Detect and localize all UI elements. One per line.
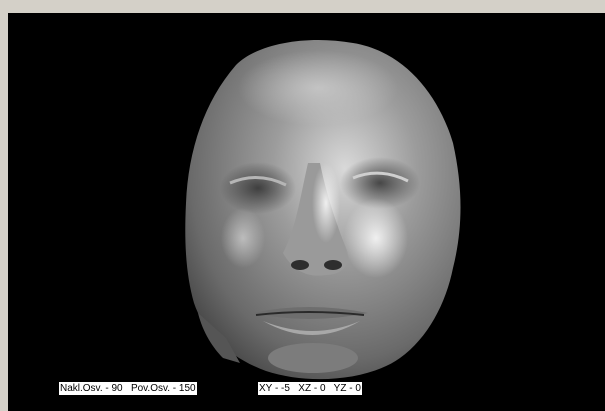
- 3d-viewport[interactable]: Nakl.Osv. - 90 Pov.Osv. - 150 XY - -5 XZ…: [8, 13, 605, 411]
- right-nostril: [324, 260, 342, 270]
- left-nostril: [291, 260, 309, 270]
- lighting-readout: Nakl.Osv. - 90 Pov.Osv. - 150: [59, 382, 197, 395]
- face-model-render[interactable]: [8, 13, 605, 411]
- chin: [268, 343, 358, 373]
- right-cheek-highlight: [344, 198, 408, 278]
- nose-highlight: [312, 163, 340, 243]
- window-frame: Nakl.Osv. - 90 Pov.Osv. - 150 XY - -5 XZ…: [0, 0, 605, 411]
- rotation-readout: XY - -5 XZ - 0 YZ - 0: [258, 382, 362, 395]
- forehead-highlight: [238, 50, 398, 126]
- left-cheek-highlight: [221, 208, 265, 268]
- left-eye-socket: [220, 162, 296, 214]
